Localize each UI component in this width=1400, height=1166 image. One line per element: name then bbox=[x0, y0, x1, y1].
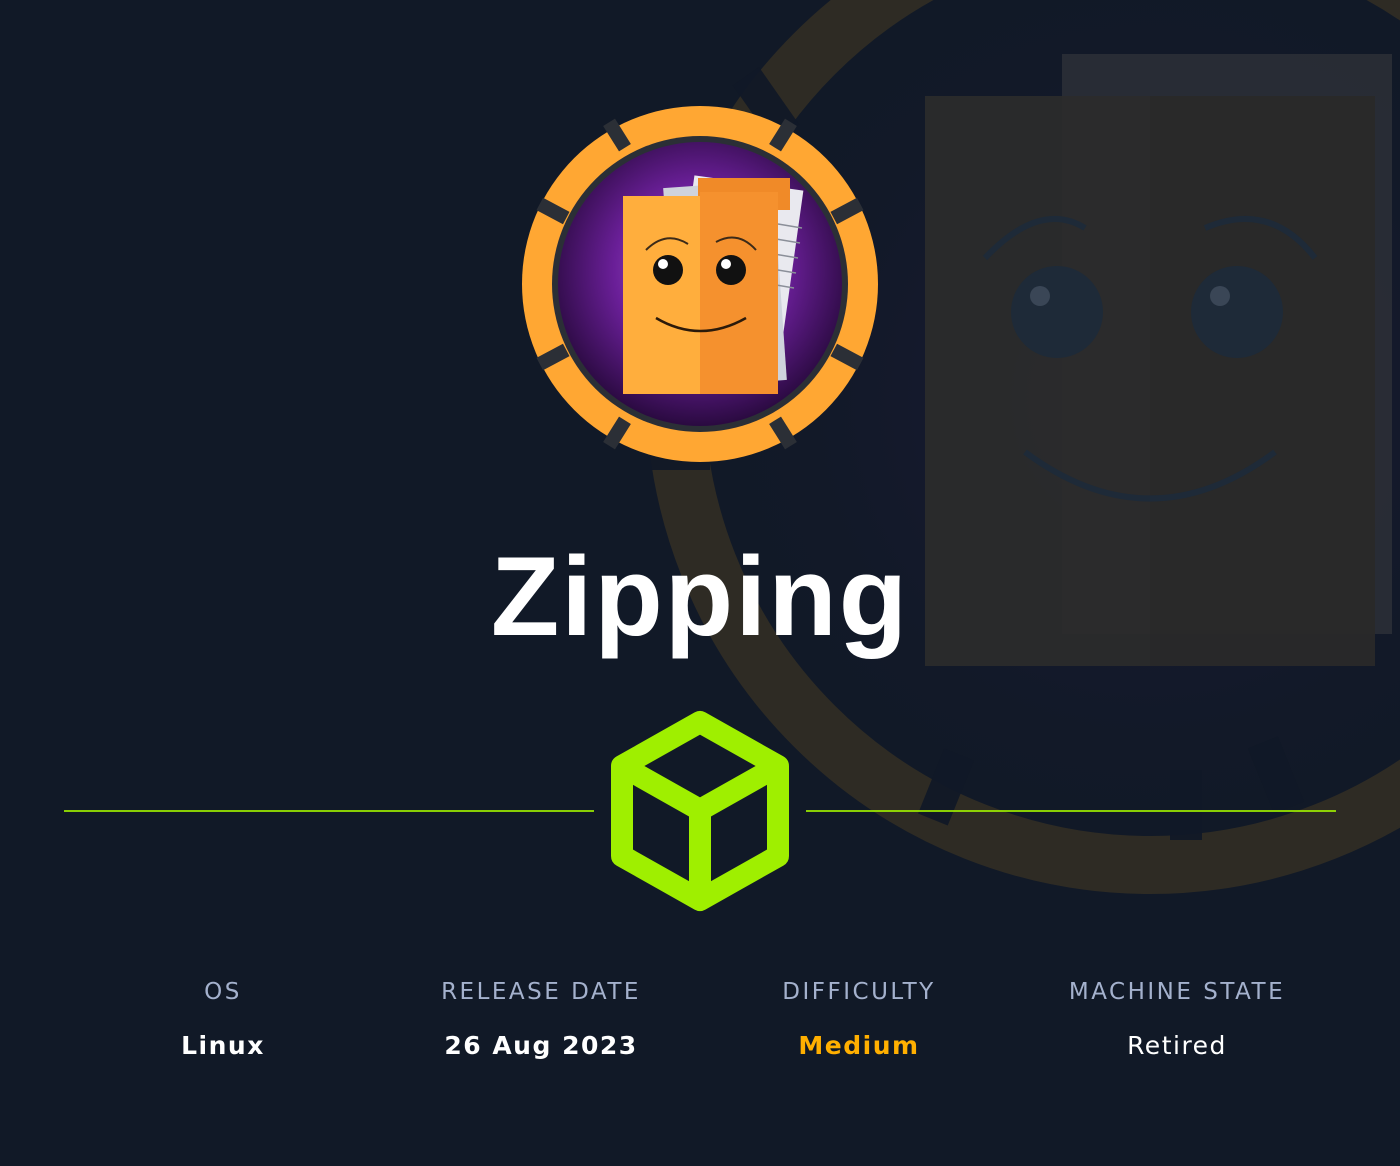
cube-icon bbox=[611, 711, 789, 911]
stat-label: RELEASE DATE bbox=[441, 979, 641, 1005]
stat-release-date: RELEASE DATE 26 Aug 2023 bbox=[391, 974, 691, 1064]
difficulty-badge: Medium bbox=[798, 1031, 920, 1060]
smiling-folder-icon bbox=[522, 106, 878, 462]
stat-label: DIFFICULTY bbox=[782, 979, 936, 1005]
stat-value: Retired bbox=[1127, 1031, 1227, 1060]
stat-machine-state: MACHINE STATE Retired bbox=[1027, 974, 1327, 1064]
divider-left bbox=[64, 810, 594, 812]
divider-right bbox=[806, 810, 1336, 812]
machine-card: Zipping OS Linux RELEASE DATE 26 Aug 202… bbox=[0, 0, 1400, 1166]
machine-stats: OS Linux RELEASE DATE 26 Aug 2023 DIFFIC… bbox=[64, 974, 1336, 1094]
stat-label: MACHINE STATE bbox=[1068, 979, 1286, 1005]
machine-name: Zipping bbox=[490, 534, 910, 659]
stat-label: OS bbox=[204, 979, 242, 1005]
stat-value: 26 Aug 2023 bbox=[444, 1031, 638, 1060]
stat-difficulty: DIFFICULTY Medium bbox=[709, 974, 1009, 1064]
stat-os: OS Linux bbox=[73, 974, 373, 1064]
stat-value: Linux bbox=[181, 1031, 265, 1060]
